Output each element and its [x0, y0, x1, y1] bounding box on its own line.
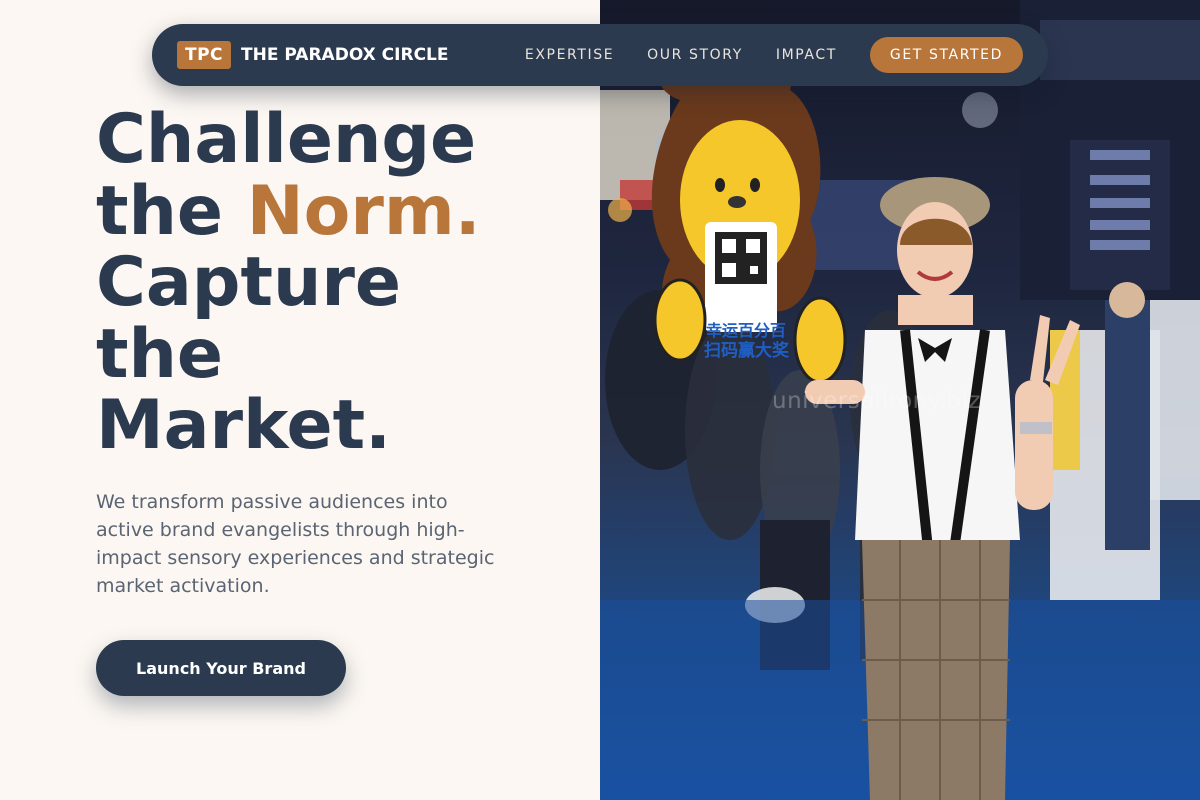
- launch-your-brand-button[interactable]: Launch Your Brand: [96, 640, 346, 696]
- photo-watermark: universalirony.biz: [772, 388, 981, 414]
- brand-logo[interactable]: TPC THE PARADOX CIRCLE: [177, 41, 449, 69]
- hero-photo: 幸运百分百 扫码赢大奖 universalirony.biz: [600, 0, 1200, 800]
- headline-line-4: the: [96, 314, 224, 394]
- brand-name: THE PARADOX CIRCLE: [241, 45, 449, 65]
- nav-link-impact[interactable]: IMPACT: [776, 47, 837, 63]
- headline-line-3: Capture: [96, 243, 402, 322]
- hero-description: We transform passive audiences into acti…: [96, 491, 495, 597]
- headline-accent-word: Norm.: [246, 171, 481, 251]
- headline-line-2-prefix: the: [96, 171, 247, 251]
- get-started-button[interactable]: GET STARTED: [869, 37, 1023, 73]
- nav-links: EXPERTISE OUR STORY IMPACT GET STARTED: [525, 37, 1023, 73]
- hero-headline: Challenge the Norm. Capture the Market.: [96, 104, 596, 462]
- top-navbar: TPC THE PARADOX CIRCLE EXPERTISE OUR STO…: [152, 24, 1048, 86]
- headline-line-5: Market.: [96, 386, 391, 465]
- nav-link-expertise[interactable]: EXPERTISE: [525, 47, 614, 63]
- headline-line-1: Challenge: [96, 100, 477, 179]
- sign-text-bottom: 扫码赢大奖: [704, 340, 790, 361]
- logo-abbreviation: TPC: [177, 41, 232, 69]
- sign-text-top: 幸运百分百: [706, 321, 786, 340]
- nav-link-our-story[interactable]: OUR STORY: [647, 47, 743, 63]
